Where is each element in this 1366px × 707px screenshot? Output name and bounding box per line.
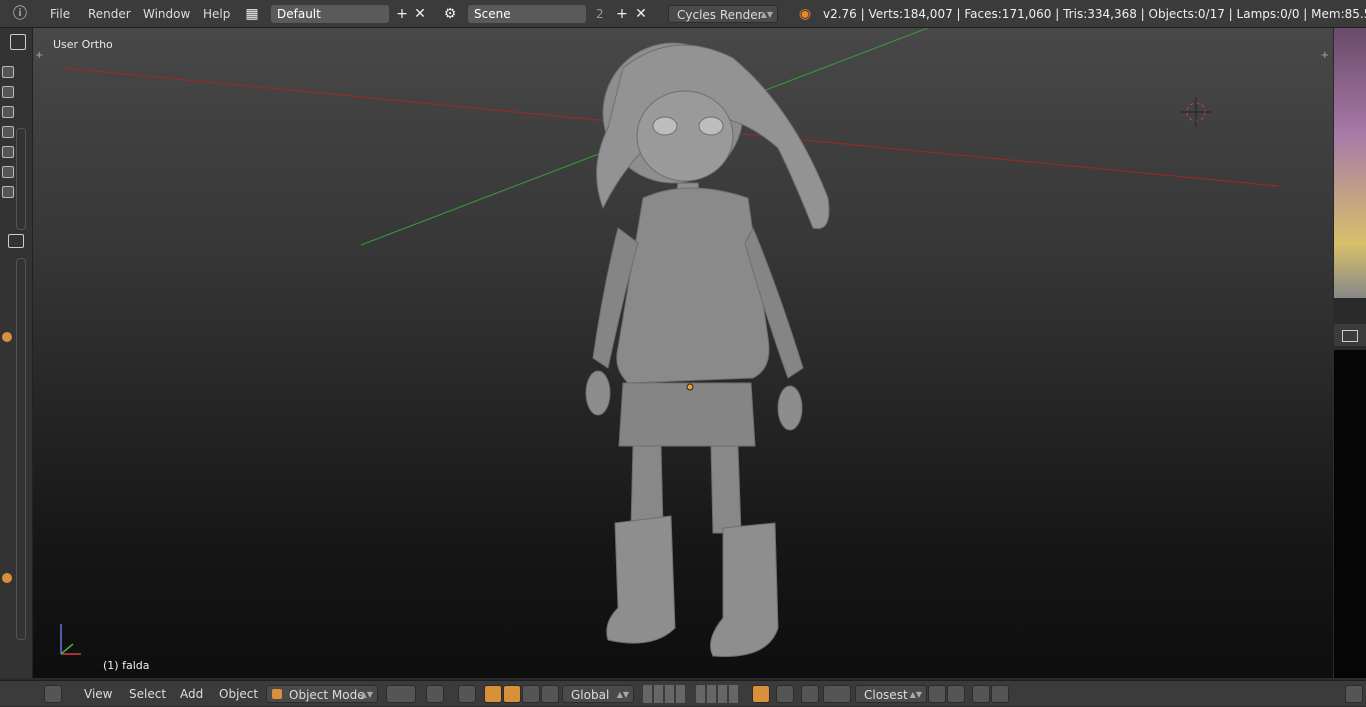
scrollbar[interactable] <box>16 258 26 640</box>
modifier-icon[interactable] <box>2 573 12 583</box>
left-tool-strip <box>0 28 33 678</box>
translate-manipulator-icon[interactable] <box>484 685 502 703</box>
blender-logo-icon: ◉ <box>798 6 812 22</box>
properties-shelf-toggle-icon[interactable]: + <box>1321 50 1329 61</box>
render-engine-dropdown[interactable]: Cycles Render ▲▼ <box>668 5 778 23</box>
opengl-render-icon[interactable] <box>991 685 1009 703</box>
transform-icon[interactable] <box>541 685 559 703</box>
scene-users-count: 2 <box>596 7 604 21</box>
info-editor-icon[interactable]: ⓘ <box>10 4 30 24</box>
menu-help[interactable]: Help <box>203 0 230 28</box>
snap-project-icon[interactable] <box>947 685 965 703</box>
menu-window[interactable]: Window <box>143 0 190 28</box>
menu-render[interactable]: Render <box>88 0 131 28</box>
top-header: ⓘ File Render Window Help ▦ Default + ✕ … <box>0 0 1366 28</box>
camera-icon[interactable] <box>2 66 14 78</box>
menu-object[interactable]: Object <box>219 681 258 707</box>
camera-icon[interactable] <box>2 166 14 178</box>
editor-type-icon[interactable] <box>44 685 62 703</box>
object-origin-dot <box>686 383 694 391</box>
menu-view[interactable]: View <box>84 681 112 707</box>
axis-gizmo-icon <box>60 624 81 655</box>
right-image-panel[interactable] <box>1334 28 1366 678</box>
view-label: User Ortho <box>53 38 113 51</box>
camera-icon[interactable] <box>2 86 14 98</box>
image-editor-type-icon[interactable] <box>1345 685 1363 703</box>
3d-cursor-icon <box>1181 97 1211 127</box>
camera-icon[interactable] <box>2 186 14 198</box>
camera-icon[interactable] <box>2 106 14 118</box>
orientation-dropdown[interactable]: Global ▲▼ <box>562 685 634 703</box>
character-model <box>585 42 830 657</box>
render-engine-label: Cycles Render <box>677 8 763 22</box>
shading-dropdown[interactable] <box>386 685 416 703</box>
reference-image <box>1334 28 1366 298</box>
snap-icon[interactable] <box>801 685 819 703</box>
rotate-manipulator-icon[interactable] <box>503 685 521 703</box>
pivot-icon[interactable] <box>426 685 444 703</box>
orientation-label: Global <box>571 688 610 702</box>
dropdown-caret-icon: ▲▼ <box>616 690 629 699</box>
mode-label: Object Mode <box>289 688 365 702</box>
screen-layout-icon[interactable]: ▦ <box>242 4 262 24</box>
tool-shelf-toggle-icon[interactable]: + <box>35 50 43 61</box>
remove-scene-icon[interactable]: ✕ <box>631 4 651 24</box>
dropdown-caret-icon: ▲▼ <box>909 690 922 699</box>
layout-field[interactable]: Default <box>271 5 389 23</box>
snap-target-label: Closest <box>864 688 908 702</box>
image-editor-icon[interactable] <box>1342 330 1358 342</box>
remove-layout-icon[interactable]: ✕ <box>410 4 430 24</box>
mode-dropdown[interactable]: Object Mode ▲▼ <box>266 685 378 703</box>
render-preview-icon[interactable] <box>972 685 990 703</box>
properties-icon[interactable] <box>8 234 24 248</box>
proportional-edit-icon[interactable] <box>776 685 794 703</box>
menu-file[interactable]: File <box>50 0 70 28</box>
modifier-icon[interactable] <box>2 332 12 342</box>
add-layout-icon[interactable]: + <box>392 4 412 24</box>
scrollbar[interactable] <box>16 128 26 230</box>
viewport-header: View Select Add Object Object Mode ▲▼ Glo… <box>0 680 1366 706</box>
manipulator-icon[interactable] <box>458 685 476 703</box>
scale-manipulator-icon[interactable] <box>522 685 540 703</box>
scene-icon[interactable]: ⚙ <box>440 4 460 24</box>
scene-field[interactable]: Scene <box>468 5 586 23</box>
layer-buttons[interactable] <box>643 685 687 703</box>
camera-icon[interactable] <box>2 126 14 138</box>
add-scene-icon[interactable]: + <box>612 4 632 24</box>
scene-statistics: v2.76 | Verts:184,007 | Faces:171,060 | … <box>823 7 1366 21</box>
menu-select[interactable]: Select <box>129 681 166 707</box>
snap-element-dropdown[interactable] <box>823 685 851 703</box>
3d-viewport[interactable]: User Ortho (1) falda + + <box>33 28 1333 678</box>
render-preview <box>1334 350 1366 678</box>
object-mode-icon <box>272 689 282 699</box>
dropdown-caret-icon: ▲▼ <box>760 10 773 19</box>
snap-target-dropdown[interactable]: Closest ▲▼ <box>855 685 927 703</box>
snap-align-icon[interactable] <box>928 685 946 703</box>
outliner-icon[interactable] <box>10 34 26 50</box>
camera-icon[interactable] <box>2 146 14 158</box>
menu-add[interactable]: Add <box>180 681 203 707</box>
layer-buttons[interactable] <box>696 685 740 703</box>
dropdown-caret-icon: ▲▼ <box>360 690 373 699</box>
lock-layers-icon[interactable] <box>752 685 770 703</box>
active-object-label: (1) falda <box>103 659 150 672</box>
viewport-scene <box>60 28 1279 657</box>
